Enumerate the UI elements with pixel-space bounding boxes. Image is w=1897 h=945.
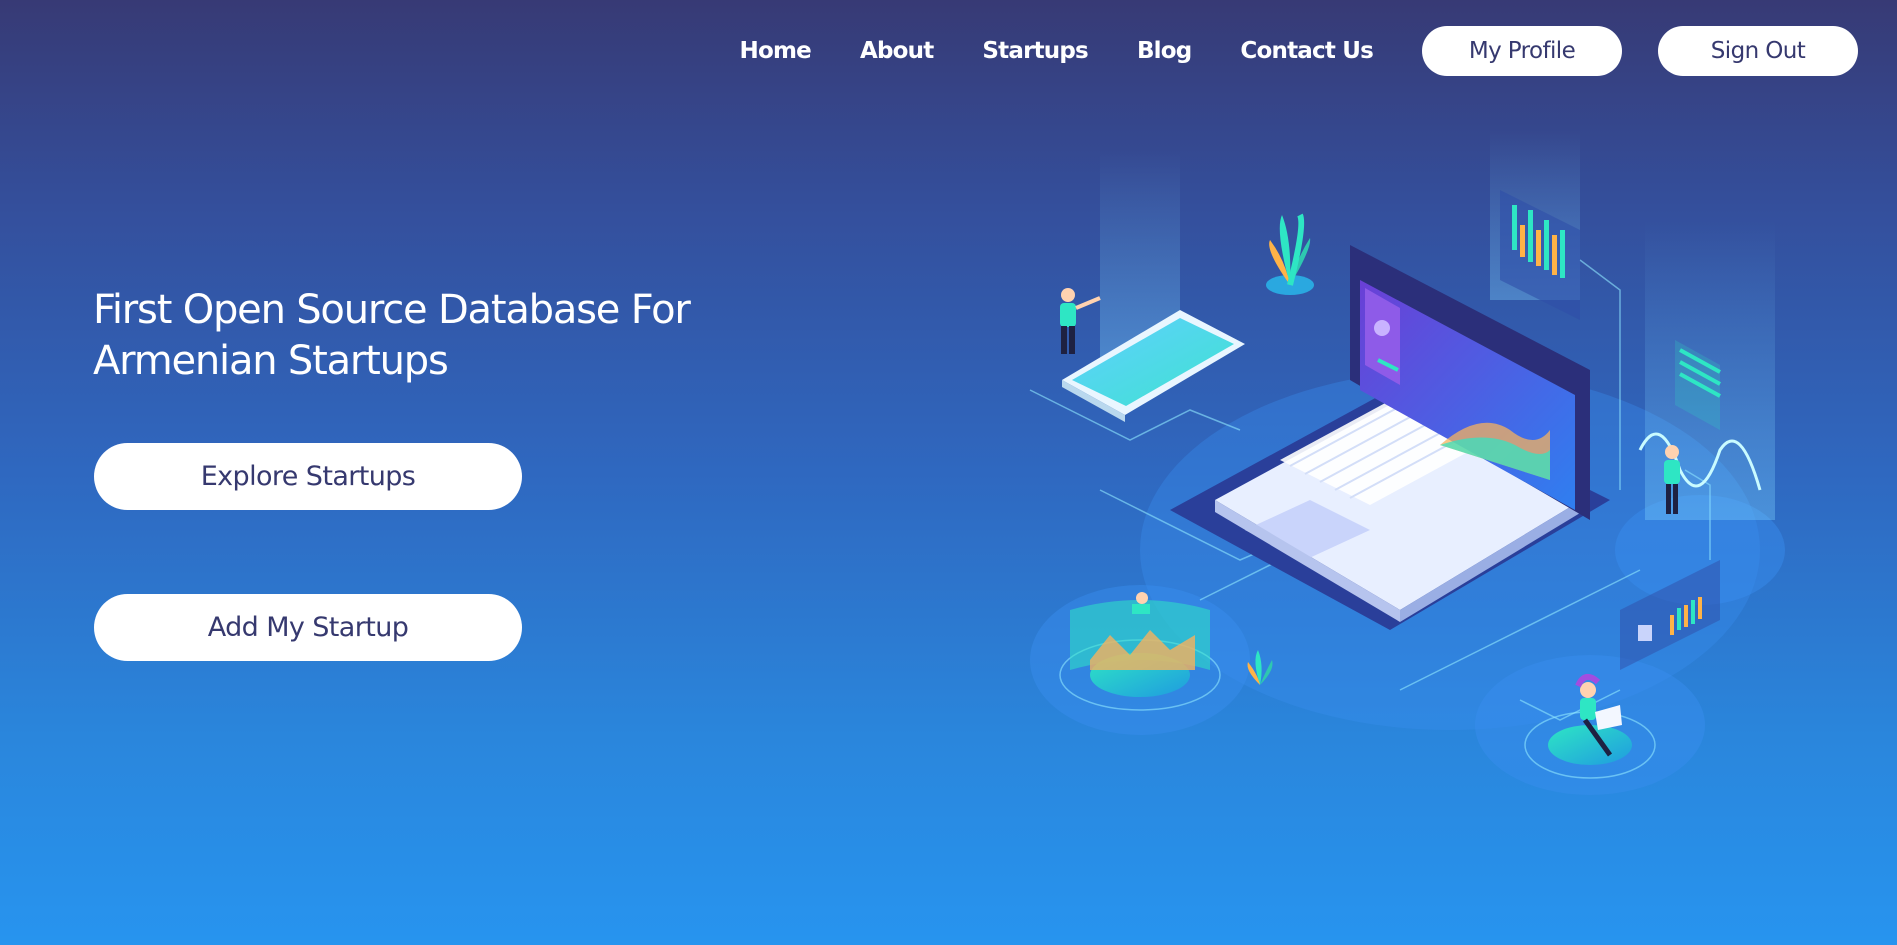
- person-pointing-figure: [1060, 288, 1101, 354]
- add-my-startup-button[interactable]: Add My Startup: [94, 594, 522, 661]
- isometric-laptop-illustration: [1029, 130, 1785, 795]
- top-nav: Home About Startups Blog Contact Us My P…: [740, 26, 1858, 76]
- nav-blog-link[interactable]: Blog: [1137, 38, 1192, 64]
- hero-title-line-2: Armenian Startups: [93, 338, 449, 384]
- phone-icon: [1062, 310, 1245, 422]
- nav-home-link[interactable]: Home: [740, 38, 812, 64]
- explore-startups-button[interactable]: Explore Startups: [94, 443, 522, 510]
- plant-icon: [1266, 213, 1314, 295]
- sign-out-button[interactable]: Sign Out: [1658, 26, 1858, 76]
- hero-title-line-1: First Open Source Database For: [93, 287, 691, 333]
- nav-about-link[interactable]: About: [860, 38, 934, 64]
- nav-contact-link[interactable]: Contact Us: [1240, 38, 1373, 64]
- my-profile-button[interactable]: My Profile: [1422, 26, 1622, 76]
- hero-title: First Open Source Database For Armenian …: [93, 285, 733, 387]
- nav-startups-link[interactable]: Startups: [982, 38, 1088, 64]
